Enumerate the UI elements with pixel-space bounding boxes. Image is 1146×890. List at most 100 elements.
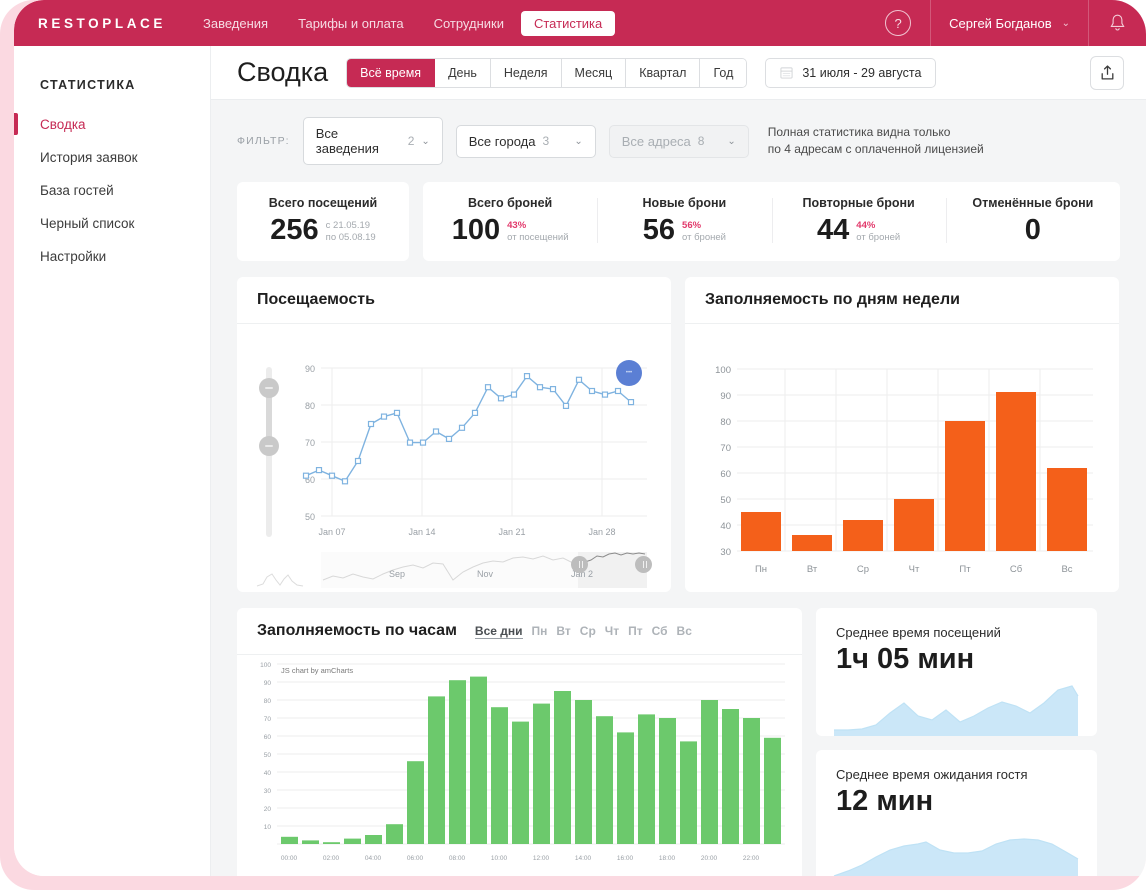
svg-text:60: 60	[264, 734, 272, 741]
topnav-item-tarify[interactable]: Тарифы и оплата	[285, 11, 416, 36]
sidebar-item-nastroyki[interactable]: Настройки	[14, 240, 210, 273]
daytab-wed[interactable]: Ср	[580, 624, 596, 638]
svg-text:Jan 28: Jan 28	[588, 527, 615, 537]
gridlines	[321, 367, 647, 517]
kpi-sub: 44% от броней	[856, 215, 900, 245]
brand-logo: RESTOPLACE	[38, 15, 167, 31]
svg-text:70: 70	[305, 438, 315, 448]
svg-text:Sep: Sep	[389, 569, 405, 579]
kpi-card-visits: Всего посещений 256 с 21.05.19 по 05.08.…	[237, 182, 409, 262]
svg-text:16:00: 16:00	[617, 855, 634, 862]
page-title: Сводка	[237, 57, 329, 87]
tab-all-time[interactable]: Всё время	[347, 58, 436, 87]
attendance-chart: 90 80 70 60 50 Jan 07 Jan 14 Jan 21 Jan …	[237, 324, 671, 592]
svg-text:22:00: 22:00	[743, 855, 760, 862]
slider-handle-lower[interactable]	[259, 436, 279, 457]
hourly-chart: JS chart by amCharts 100 90 80 70 60 50 …	[237, 655, 802, 876]
kpi-percent: 43%	[507, 220, 527, 231]
kpi-label: Отменённые брони	[972, 196, 1094, 210]
chevron-down-icon: ⌄	[1061, 17, 1070, 29]
daytab-fri[interactable]: Пт	[628, 624, 643, 638]
export-button[interactable]	[1090, 55, 1124, 90]
kpi-value: 44	[817, 214, 850, 246]
kpi-value: 256	[270, 214, 319, 246]
hourly-day-tabs: Все дни Пн Вт Ср Чт Пт Сб Вс	[474, 624, 692, 639]
weekday-bar-svg: 100 90 80 70 60 50 40 30 Пн Вт Ср Чт Пт …	[715, 365, 1093, 575]
y-axis-labels: 100 90 80 70 60 50 40 30 20 10	[260, 662, 271, 831]
select-cities[interactable]: Все города 3 ⌄	[455, 124, 596, 158]
select-addresses-count: 8	[697, 134, 705, 148]
chevron-down-icon: ⌄	[727, 135, 736, 147]
svg-text:40: 40	[720, 521, 731, 532]
avg-visit-label: Среднее время посещений	[836, 625, 1001, 641]
bar-mon	[741, 512, 781, 552]
svg-text:Ср: Ср	[857, 564, 869, 575]
svg-text:18:00: 18:00	[659, 855, 676, 862]
kpi-sub: с 21.05.19 по 05.08.19	[326, 215, 376, 245]
topnav-item-zavedeniya[interactable]: Заведения	[190, 11, 281, 36]
kpi-value-row: 56 56% от броней	[643, 215, 726, 246]
topbar-right: ? Сергей Богданов ⌄	[866, 0, 1146, 46]
kpi-repeat-bookings: Повторные брони 44 44% от броней	[771, 196, 946, 246]
bar-sat	[996, 392, 1036, 552]
kpi-label: Всего броней	[467, 196, 553, 210]
page-frame: RESTOPLACE Заведения Тарифы и оплата Сот…	[0, 0, 1146, 890]
daytab-all[interactable]: Все дни	[474, 624, 523, 639]
filter-note-line2: по 4 адресам с оплаченной лицензией	[767, 142, 984, 156]
user-menu[interactable]: Сергей Богданов ⌄	[930, 0, 1088, 46]
card-avg-wait-time: Среднее время ожидания гостя 12 мин	[816, 750, 1097, 876]
select-venues[interactable]: Все заведения 2 ⌄	[302, 117, 443, 165]
svg-text:Jan 14: Jan 14	[408, 527, 435, 537]
question-mark-icon: ?	[885, 10, 912, 36]
chart-thumbnail-icon	[256, 573, 304, 587]
calendar-icon	[780, 67, 793, 79]
topnav-item-sotrudniki[interactable]: Сотрудники	[421, 11, 517, 36]
help-button[interactable]: ?	[866, 0, 930, 46]
sidebar-item-svodka[interactable]: Сводка	[14, 108, 210, 141]
kpi-note-1: от посещений	[507, 232, 569, 244]
svg-text:90: 90	[305, 364, 315, 374]
kpi-label: Повторные брони	[802, 196, 915, 210]
svg-text:40: 40	[264, 770, 272, 777]
tab-year[interactable]: Год	[700, 58, 747, 87]
top-nav-items: Заведения Тарифы и оплата Сотрудники Ста…	[190, 0, 866, 46]
side-stat-column: Среднее время посещений 1ч 05 мин Средне…	[816, 608, 1097, 876]
daytab-sun[interactable]: Вс	[677, 624, 692, 638]
daytab-tue[interactable]: Вт	[556, 624, 570, 638]
sidebar-item-baza-gostey[interactable]: База гостей	[14, 174, 210, 207]
card-avg-visit-time: Среднее время посещений 1ч 05 мин	[816, 608, 1097, 737]
svg-text:20: 20	[264, 806, 272, 813]
date-range-label: 31 июля - 29 августа	[802, 65, 922, 80]
svg-text:100: 100	[260, 662, 271, 669]
svg-text:80: 80	[264, 698, 272, 705]
main-content: Сводка Всё время День Неделя Месяц Кварт…	[211, 46, 1146, 876]
amcharts-watermark: JS chart by amCharts	[281, 666, 354, 676]
tab-day[interactable]: День	[435, 58, 491, 87]
slider-handle-upper[interactable]	[259, 378, 279, 399]
daytab-mon[interactable]: Пн	[532, 624, 548, 638]
date-range-picker[interactable]: 31 июля - 29 августа	[765, 57, 937, 88]
svg-text:50: 50	[720, 495, 731, 506]
sidebar-item-istoriya-zayavok[interactable]: История заявок	[14, 141, 210, 174]
svg-text:Jan 21: Jan 21	[498, 527, 525, 537]
kpi-total-bookings: Всего броней 100 43% от посещений	[423, 196, 597, 245]
tab-quarter[interactable]: Квартал	[626, 58, 701, 87]
svg-text:Nov: Nov	[477, 569, 494, 579]
select-addresses[interactable]: Все адреса 8 ⌄	[608, 124, 749, 158]
attendance-range-slider[interactable]	[259, 367, 279, 538]
notifications-button[interactable]	[1088, 0, 1146, 46]
charts-row-bottom: Заполняемость по часам Все дни Пн Вт Ср …	[237, 608, 1120, 876]
sidebar-item-cherny-spisok[interactable]: Черный список	[14, 207, 210, 240]
kpi-new-bookings: Новые брони 56 56% от броней	[597, 196, 771, 245]
daytab-sat[interactable]: Сб	[652, 624, 668, 638]
tab-week[interactable]: Неделя	[490, 58, 562, 87]
card-weekday-title: Заполняемость по дням недели	[685, 277, 1119, 325]
topnav-item-statistika[interactable]: Статистика	[520, 10, 616, 36]
card-weekday-occupancy: Заполняемость по дням недели 100 90 80 7…	[685, 277, 1119, 593]
tab-month[interactable]: Месяц	[561, 58, 627, 87]
weekday-bars	[741, 392, 1087, 552]
bar-wed	[843, 520, 883, 552]
kpi-card-bookings: Всего броней 100 43% от посещений Новые …	[423, 182, 1120, 262]
daytab-thu[interactable]: Чт	[605, 624, 619, 638]
svg-text:30: 30	[264, 788, 272, 795]
